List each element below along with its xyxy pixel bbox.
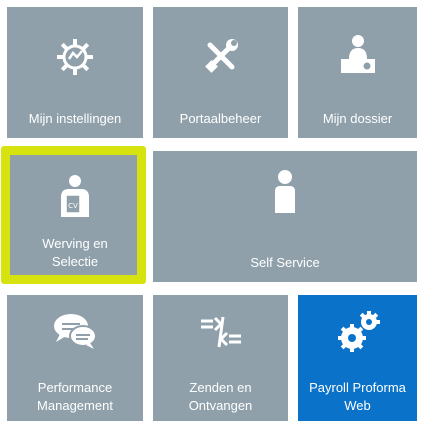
tile-label-line2: Management — [37, 398, 113, 413]
person-icon — [272, 169, 298, 222]
tools-icon — [201, 36, 241, 81]
tile-label-line2: Web — [344, 398, 371, 413]
tile-zenden-en-ontvangen[interactable]: Zenden en Ontvangen — [153, 295, 288, 421]
tile-label-line1: Performance — [37, 380, 113, 395]
tile-performance-management[interactable]: Performance Management — [7, 295, 143, 421]
send-receive-icon — [199, 315, 243, 354]
chat-bubbles-icon — [52, 312, 98, 355]
tile-mijn-instellingen[interactable]: Mijn instellingen — [7, 7, 143, 138]
highlight-marker — [1, 146, 146, 284]
tile-label: Mijn instellingen — [28, 111, 122, 126]
tile-portaalbeheer[interactable]: Portaalbeheer — [153, 7, 288, 138]
tile-label-line2: Ontvangen — [188, 398, 253, 413]
person-desk-icon — [337, 33, 379, 82]
tile-self-service[interactable]: Self Service — [153, 151, 417, 282]
tile-label: Mijn dossier — [322, 111, 393, 126]
tile-label-line1: Payroll Proforma — [309, 380, 406, 395]
gear-icon — [55, 37, 95, 82]
tile-label-line1: Zenden en — [189, 380, 252, 395]
tile-payroll-proforma-web[interactable]: Payroll Proforma Web — [298, 295, 417, 421]
tile-mijn-dossier[interactable]: Mijn dossier — [298, 7, 417, 138]
tile-label: Self Service — [250, 255, 320, 270]
gears-icon — [334, 310, 382, 359]
tile-label: Portaalbeheer — [179, 111, 262, 126]
